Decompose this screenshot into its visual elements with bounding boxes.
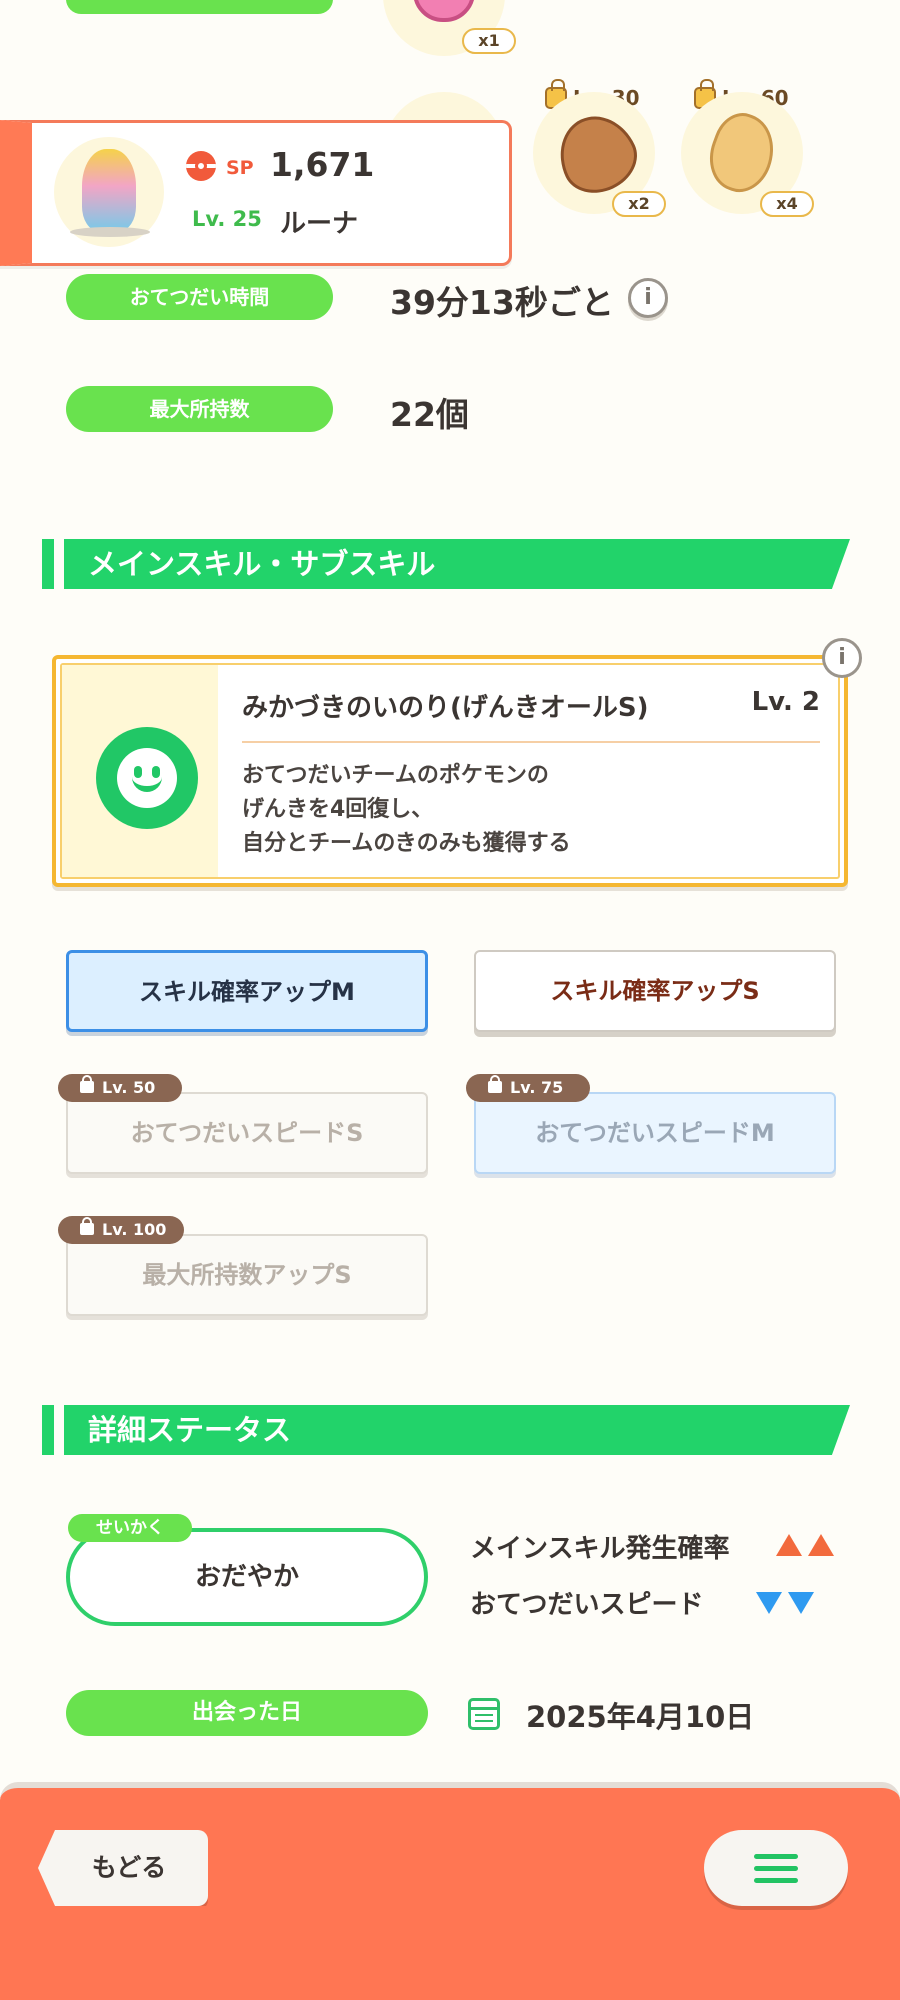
- sp-value: 1,671: [270, 145, 375, 184]
- sub-skill-3-lock-tag: Lv. 50: [58, 1074, 182, 1102]
- skills-section-title: メインスキル・サブスキル: [88, 547, 436, 581]
- hamburger-icon: [754, 1854, 798, 1884]
- sub-skill-4-lock-tag: Lv. 75: [466, 1074, 590, 1102]
- sub-skill-5-lock-tag: Lv. 100: [58, 1216, 184, 1244]
- main-skill-desc: おてつだいチームのポケモンの げんきを4回復し、 自分とチームのきのみも獲得する: [242, 759, 571, 861]
- sub-skill-1-button[interactable]: スキル確率アップM: [66, 950, 428, 1032]
- smile-icon: [96, 727, 198, 829]
- up-arrow-icon: [776, 1534, 802, 1556]
- main-skill-name: みかづきのいのり(げんきオールS): [242, 693, 649, 723]
- up-arrow-icons: [776, 1534, 834, 1556]
- detail-section-title: 詳細ステータス: [88, 1413, 292, 1447]
- back-label: もどる: [91, 1853, 167, 1882]
- desc-line: 自分とチームのきのみも獲得する: [242, 831, 571, 856]
- ingredient-1-icon: [413, 0, 475, 22]
- nature-box[interactable]: おだやか: [66, 1528, 428, 1626]
- down-arrow-icon: [756, 1592, 782, 1614]
- ingredient-3-qty: x4: [760, 191, 814, 217]
- down-arrow-icons: [756, 1592, 814, 1614]
- main-skill-level: Lv. 2: [751, 687, 820, 717]
- partial-info-pill: [66, 0, 333, 14]
- nature-value: おだやか: [194, 1562, 299, 1592]
- sub-skill-3-button[interactable]: おてつだいスピードS: [66, 1092, 428, 1174]
- sp-label: SP: [226, 157, 254, 179]
- lock-icon: [488, 1075, 502, 1093]
- skill-divider: [242, 741, 820, 743]
- met-date-label: 出会った日: [66, 1690, 428, 1736]
- sub-skill-5-button[interactable]: 最大所持数アップS: [66, 1234, 428, 1316]
- ingredient-1-qty: x1: [462, 28, 516, 54]
- down-stat-label: おてつだいスピード: [470, 1590, 704, 1620]
- back-button[interactable]: もどる: [38, 1830, 208, 1906]
- ingredient-2-qty: x2: [612, 191, 666, 217]
- help-time-value: 39分13秒ごと: [390, 283, 614, 322]
- skills-section-header: メインスキル・サブスキル: [42, 539, 850, 589]
- info-icon[interactable]: i: [628, 278, 668, 318]
- pokemon-name: ルーナ: [280, 209, 359, 239]
- main-skill-card[interactable]: みかづきのいのり(げんきオールS) Lv. 2 おてつだいチームのポケモンの げ…: [52, 655, 848, 887]
- sub-skill-4-button[interactable]: おてつだいスピードM: [474, 1092, 836, 1174]
- sub-skill-2-button[interactable]: スキル確率アップS: [474, 950, 836, 1032]
- desc-line: げんきを4回復し、: [242, 797, 434, 822]
- desc-line: おてつだいチームのポケモンの: [242, 763, 549, 788]
- up-arrow-icon: [808, 1534, 834, 1556]
- lock-icon: [80, 1075, 94, 1093]
- skill-info-icon[interactable]: i: [822, 638, 862, 678]
- skill-icon-panel: [62, 665, 218, 877]
- menu-button[interactable]: [704, 1830, 848, 1906]
- bottom-bar: もどる: [0, 1782, 900, 2000]
- calendar-icon: [468, 1698, 500, 1730]
- lock-level: Lv. 100: [102, 1220, 167, 1239]
- help-time-label: おてつだい時間: [66, 274, 333, 320]
- pokemon-level: Lv. 25: [192, 207, 262, 231]
- lock-level: Lv. 50: [102, 1078, 156, 1097]
- pokemon-avatar: [54, 137, 164, 247]
- max-carry-value: 22個: [390, 395, 469, 434]
- detail-section-header: 詳細ステータス: [42, 1405, 850, 1455]
- down-arrow-icon: [788, 1592, 814, 1614]
- pokemon-card[interactable]: SP 1,671 Lv. 25 ルーナ: [0, 120, 512, 266]
- max-carry-label: 最大所持数: [66, 386, 333, 432]
- lock-icon: [80, 1217, 94, 1235]
- met-date-value: 2025年4月10日: [526, 1700, 755, 1734]
- cacao-icon: [546, 103, 648, 205]
- pokeball-icon: [186, 151, 216, 181]
- up-stat-label: メインスキル発生確率: [470, 1534, 730, 1564]
- ginger-icon: [699, 105, 785, 201]
- nature-tag: せいかく: [68, 1514, 192, 1542]
- pokemon-sprite: [82, 149, 136, 231]
- lock-level: Lv. 75: [510, 1078, 564, 1097]
- pokemon-shadow: [70, 227, 150, 237]
